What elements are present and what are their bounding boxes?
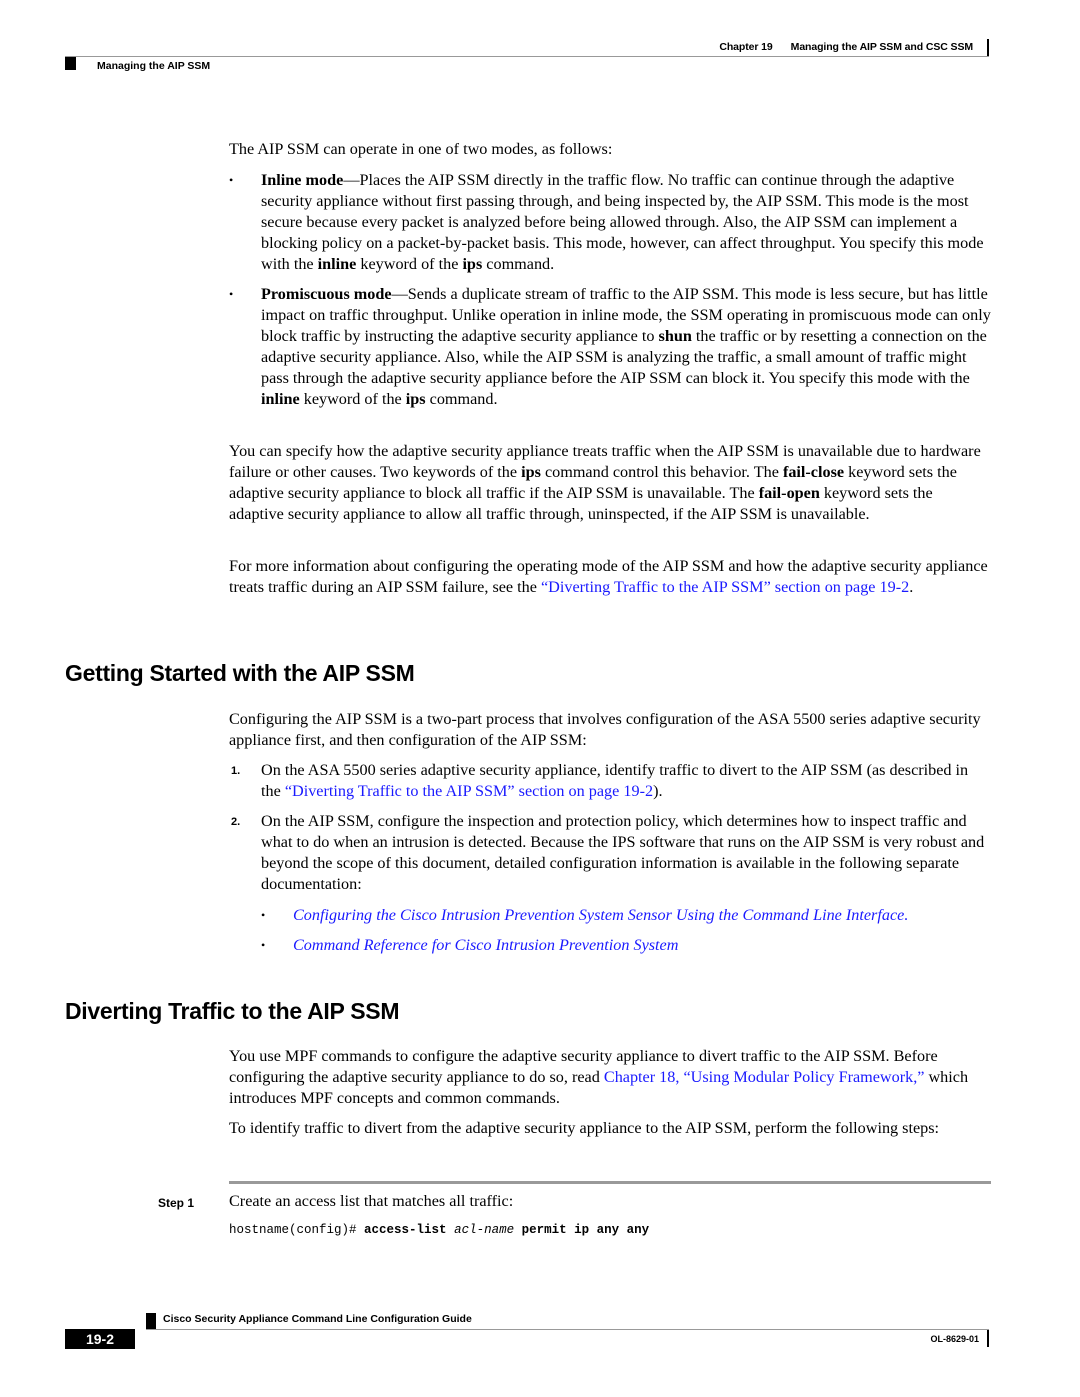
diverting-paragraph-1: You use MPF commands to configure the ad…: [229, 1047, 969, 1107]
diverting-paragraph-2: To identify traffic to divert from the a…: [229, 1119, 940, 1137]
step-label: Step 1: [158, 1196, 195, 1210]
mode-term: Promiscuous mode: [261, 285, 392, 303]
footer-rule: [146, 1329, 989, 1330]
heading-getting-started: Getting Started with the AIP SSM: [65, 660, 415, 686]
doc-link-item: • Configuring the Cisco Intrusion Preven…: [261, 905, 996, 926]
header-rule: [65, 56, 989, 57]
running-header-section: Managing the AIP SSM: [97, 60, 211, 72]
step-number: 1.: [231, 765, 241, 777]
header-vertical-bar: [987, 39, 989, 56]
running-header-chapter: Chapter 19 Managing the AIP SSM and CSC S…: [719, 41, 973, 53]
step-number: 2.: [231, 816, 241, 828]
doc-number: OL-8629-01: [930, 1334, 979, 1344]
chapter-label: Chapter 19: [719, 41, 773, 53]
modular-policy-framework-link[interactable]: Chapter 18, “Using Modular Policy Framew…: [604, 1068, 925, 1086]
bullet-icon: •: [261, 938, 266, 952]
footer-guide-title: Cisco Security Appliance Command Line Co…: [163, 1313, 472, 1325]
footer-block-marker: [146, 1313, 156, 1329]
bullet-icon: •: [229, 173, 234, 187]
intro-paragraph: The AIP SSM can operate in one of two mo…: [229, 140, 613, 158]
ips-command-reference-link[interactable]: Command Reference for Cisco Intrusion Pr…: [293, 935, 996, 956]
getting-started-intro: Configuring the AIP SSM is a two-part pr…: [229, 710, 981, 749]
more-info-paragraph: For more information about configuring t…: [229, 557, 988, 596]
doc-link-item: • Command Reference for Cisco Intrusion …: [261, 935, 996, 956]
heading-diverting-traffic: Diverting Traffic to the AIP SSM: [65, 998, 400, 1024]
ips-cli-guide-link[interactable]: Configuring the Cisco Intrusion Preventi…: [293, 905, 996, 926]
code-example: hostname(config)# access-list acl-name p…: [229, 1223, 650, 1237]
mode-term: Inline mode: [261, 171, 344, 189]
bullet-icon: •: [229, 287, 234, 301]
header-block-marker: [65, 57, 76, 70]
numbered-step-1: 1. On the ASA 5500 series adaptive secur…: [231, 761, 969, 800]
failover-paragraph: You can specify how the adaptive securit…: [229, 442, 981, 523]
step-rule: [229, 1181, 991, 1184]
diverting-traffic-link[interactable]: “Diverting Traffic to the AIP SSM” secti…: [541, 578, 909, 596]
mode-bullet-promiscuous: • Promiscuous mode—Sends a duplicate str…: [229, 285, 991, 408]
bullet-icon: •: [261, 908, 266, 922]
diverting-traffic-link[interactable]: “Diverting Traffic to the AIP SSM” secti…: [285, 782, 653, 800]
mode-bullet-inline: • Inline mode—Places the AIP SSM directl…: [229, 171, 984, 273]
footer-vertical-bar: [987, 1330, 989, 1347]
chapter-title: Managing the AIP SSM and CSC SSM: [790, 41, 973, 53]
numbered-step-2: 2. On the AIP SSM, configure the inspect…: [231, 812, 985, 893]
page-number: 19-2: [65, 1329, 135, 1349]
step-text: Create an access list that matches all t…: [229, 1192, 514, 1210]
